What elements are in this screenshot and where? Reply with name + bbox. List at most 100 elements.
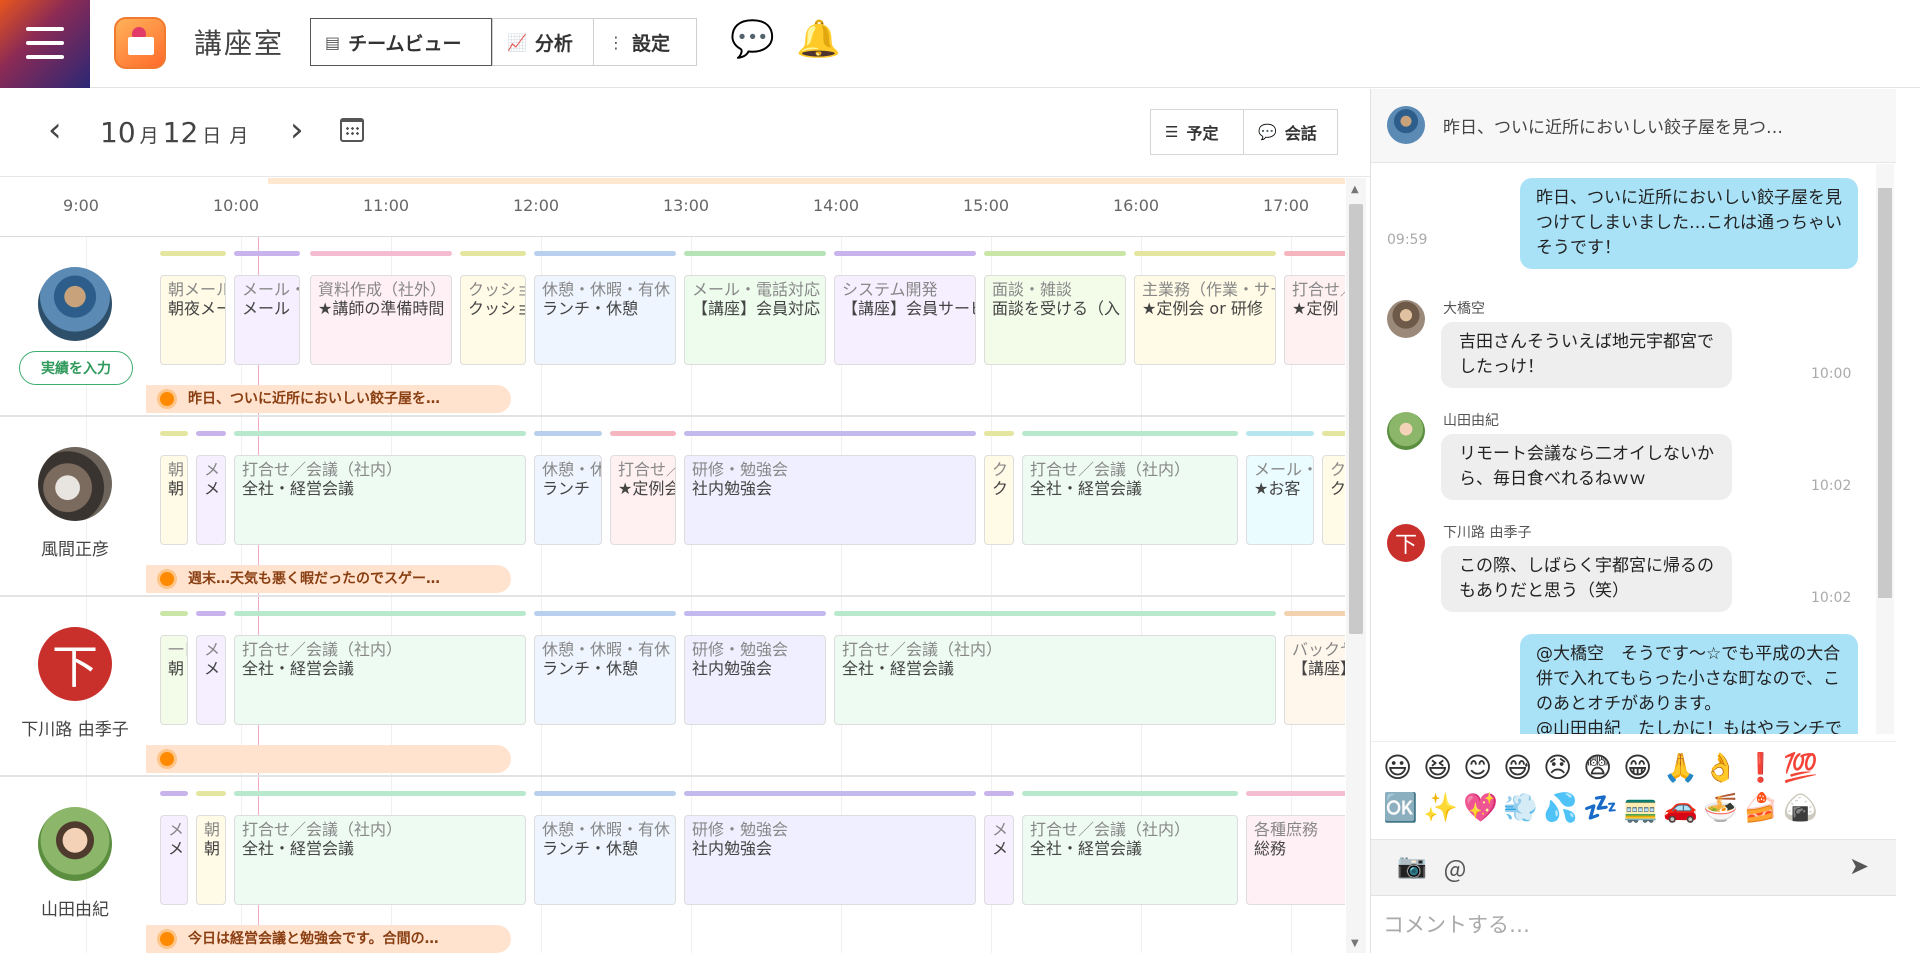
status-comment[interactable]: 今日は経営会議と勉強会です。合間の… [146,925,511,953]
schedule-block[interactable]: バックヤ【講座】 [1284,635,1345,725]
emoji-button[interactable]: 🙏 [1663,752,1698,784]
emoji-button[interactable]: 🍙 [1783,792,1818,824]
schedule-block[interactable]: クク [984,455,1014,545]
bell-icon[interactable]: 🔔 [796,18,841,60]
emoji-button[interactable]: 💤 [1583,792,1618,824]
status-comment[interactable]: 昨日、ついに近所においしい餃子屋を… [146,385,511,413]
emoji-button[interactable]: 😃 [1383,752,1412,784]
emoji-button[interactable]: 🚃 [1623,792,1658,824]
conversation-view-button[interactable]: 💬 会話 [1243,109,1338,155]
schedule-block[interactable]: メメ [196,455,226,545]
schedule-block[interactable]: メール・電話対応 【講座】会員対応 [684,275,826,365]
schedule-block[interactable]: 打合せ／会議（社内） 全社・経営会議 [234,455,526,545]
emoji-button[interactable]: 🆗 [1383,792,1418,824]
schedule-block[interactable]: 打合せ／会議（社内） 全社・経営会議 [234,635,526,725]
chat-icon[interactable]: 💬 [730,18,775,60]
schedule-bar [684,611,826,616]
mention-icon[interactable]: ＠ [1443,852,1467,887]
emoji-button[interactable]: 😅 [1503,752,1532,784]
scrollbar-thumb[interactable] [1878,188,1892,598]
emoji-button[interactable]: 🍰 [1743,792,1778,824]
schedule-block[interactable]: 研修・勉強会 社内勉強会 [684,815,976,905]
schedule-block[interactable]: 打合せ／会議（社内） 全社・経営会議 [1022,455,1238,545]
avatar[interactable] [38,447,112,521]
next-day-icon[interactable]: › [290,110,304,150]
emoji-button[interactable]: 💦 [1543,792,1578,824]
emoji-button[interactable]: 😁 [1623,752,1652,784]
block-title: 朝 [168,659,185,678]
schedule-block[interactable]: 休憩・休 ランチ [534,455,602,545]
schedule-block[interactable]: 打合せ／ ★定例会 [610,455,676,545]
emoji-button[interactable]: 😨 [1583,752,1612,784]
schedule-block[interactable]: 打合せ／会議（社内） 全社・経営会議 [834,635,1276,725]
camera-icon[interactable]: 📷 [1397,852,1427,880]
block-title: 社内勉強会 [692,479,773,498]
schedule-block[interactable]: 朝朝 [160,455,188,545]
emoji-button[interactable]: 🚗 [1663,792,1698,824]
schedule-block[interactable]: システム開発【講座】会員サービス [834,275,976,365]
schedule-block[interactable]: メメ [196,635,226,725]
emoji-button[interactable]: 😊 [1463,752,1492,784]
schedule-bar [984,251,1126,256]
schedule-block[interactable]: メメ [984,815,1014,905]
emoji-button[interactable]: 😞 [1543,752,1572,784]
emoji-button[interactable]: 👌 [1703,752,1738,784]
schedule-block[interactable]: 打合せ／会議（社内） 全社・経営会議 [234,815,526,905]
schedule-block[interactable]: 主業務（作業・サービス★定例会 or 研修 [1134,275,1276,365]
emoji-button[interactable]: 🍜 [1703,792,1738,824]
emoji-button[interactable]: ✨ [1423,792,1458,824]
avatar[interactable] [1387,300,1425,338]
status-comment[interactable] [146,745,511,773]
avatar[interactable] [38,267,112,341]
time-label: 15:00 [962,196,1010,215]
prev-day-icon[interactable]: ‹ [48,110,62,150]
schedule-block[interactable]: クク [1322,455,1345,545]
schedule-block[interactable]: 研修・勉強会 社内勉強会 [684,455,976,545]
schedule-block[interactable]: 休憩・休暇・有休 ランチ・休憩 [534,275,676,365]
hamburger-menu-button[interactable] [0,0,90,88]
tab-settings[interactable]: ⋮ 設定 [593,18,697,66]
tab-team-view[interactable]: ▤ チームビュー [310,18,492,66]
schedule-block[interactable]: 朝朝 [196,815,226,905]
schedule-block[interactable]: 休憩・休暇・有休 ランチ・休憩 [534,635,676,725]
schedule-block[interactable]: 休憩・休暇・有休 ランチ・休憩 [534,815,676,905]
timeline-scrollbar[interactable]: ▲ ▼ [1346,178,1366,953]
scroll-up-icon[interactable]: ▲ [1351,184,1359,195]
emoji-button[interactable]: 😆 [1423,752,1452,784]
message-scrollbar[interactable] [1876,164,1894,734]
avatar[interactable] [1387,412,1425,450]
schedule-block[interactable]: メール・ ★お客 [1246,455,1314,545]
emoji-button[interactable]: ❗ [1743,752,1778,784]
schedule-block[interactable]: 資料作成（社外） ★講師の準備時間 [310,275,452,365]
schedule-view-button[interactable]: ☰ 予定 [1150,109,1244,155]
time-label: 16:00 [1112,196,1160,215]
schedule-block[interactable]: 面談・雑談 面談を受ける（入 [984,275,1126,365]
schedule-block[interactable]: 朝メール朝夜メール [160,275,226,365]
schedule-block[interactable]: メール・ メール [234,275,300,365]
schedule-block[interactable]: クッショクッション [460,275,526,365]
schedule-block[interactable]: メメ [160,815,188,905]
comment-input[interactable] [1371,895,1896,953]
calendar-icon[interactable] [340,118,364,142]
status-comment[interactable]: 週末…天気も悪く暇だったのでスゲー… [146,565,511,593]
block-category: 打合せ／会議（社内） [1030,460,1191,479]
schedule-block[interactable]: 各種庶務 総務 [1246,815,1345,905]
schedule-block[interactable]: 打合せ／会議（社内） 全社・経営会議 [1022,815,1238,905]
send-icon[interactable]: ➤ [1849,852,1869,880]
schedule-block[interactable]: 一日朝 [160,635,188,725]
schedule-block[interactable]: 打合せ／★定例 [1284,275,1345,365]
emoji-button[interactable]: 💯 [1783,752,1818,784]
message-time: 10:02 [1811,590,1852,606]
avatar[interactable]: 下 [1387,524,1425,562]
block-title: ★定例会 [618,479,676,498]
avatar[interactable]: 下 [38,627,112,701]
scrollbar-thumb[interactable] [1349,204,1363,634]
avatar[interactable] [38,807,112,881]
tab-analysis[interactable]: 📈 分析 [492,18,594,66]
emoji-button[interactable]: 💖 [1463,792,1498,824]
enter-results-button[interactable]: 実績を入力 [19,351,133,385]
schedule-block[interactable]: 研修・勉強会 社内勉強会 [684,635,826,725]
schedule-bar [1022,791,1238,796]
scroll-down-icon[interactable]: ▼ [1351,938,1359,949]
emoji-button[interactable]: 💨 [1503,792,1538,824]
